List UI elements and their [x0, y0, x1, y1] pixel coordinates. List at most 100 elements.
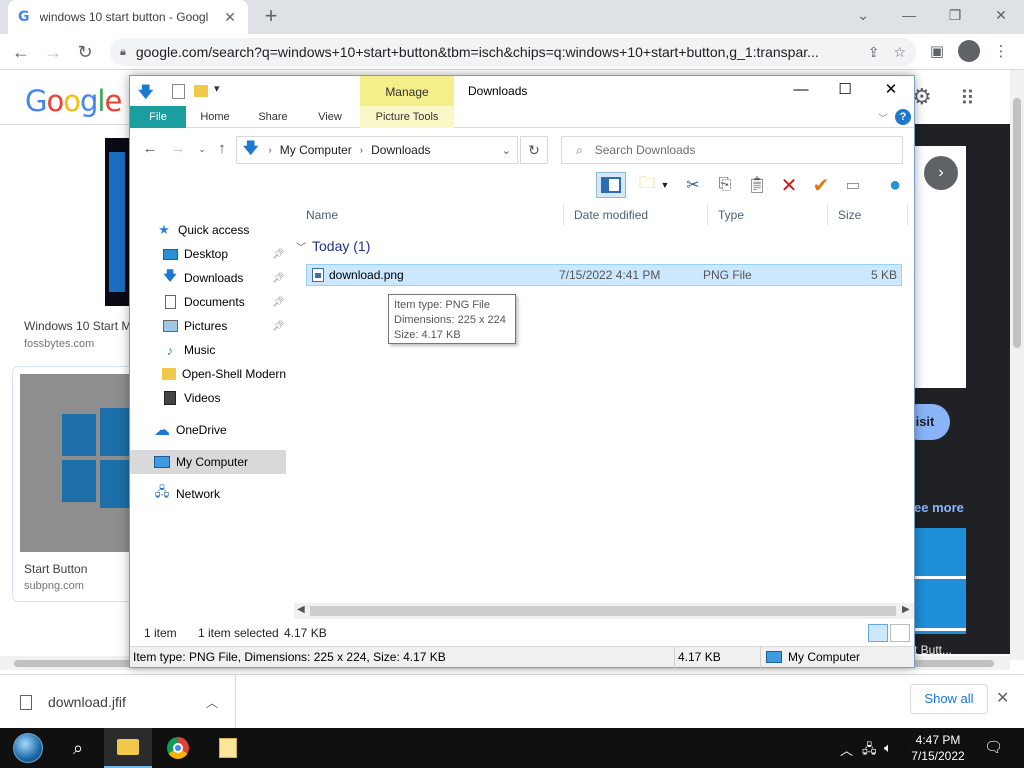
rename-icon[interactable]: ▭	[840, 172, 866, 198]
tab-close-icon[interactable]: ✕	[222, 9, 238, 26]
forward-icon[interactable]: →	[168, 140, 188, 157]
minimize-button[interactable]: —	[886, 0, 932, 30]
nav-my-computer[interactable]: My Computer	[130, 450, 286, 474]
nav-desktop[interactable]: Desktop 📌︎	[130, 242, 286, 266]
lock-icon[interactable]: 🔒︎	[120, 46, 126, 59]
see-more-link[interactable]: ee more	[914, 500, 964, 515]
tab-home[interactable]: Home	[190, 106, 240, 128]
column-header-name[interactable]: Name	[296, 204, 564, 226]
nav-documents[interactable]: Documents 📌︎	[130, 290, 286, 314]
chevron-down-icon[interactable]: ▼	[658, 172, 672, 198]
explorer-close-button[interactable]: ✕	[868, 76, 914, 104]
tab-file[interactable]: File	[130, 106, 186, 128]
result-title[interactable]: Start Button	[24, 562, 87, 576]
menu-icon[interactable]: ⋮	[988, 39, 1014, 65]
file-explorer-taskbar-button[interactable]	[104, 728, 152, 768]
notification-icon[interactable]: 🗨︎	[984, 738, 1003, 756]
explorer-minimize-button[interactable]: —	[778, 76, 824, 104]
back-icon[interactable]: ←	[8, 39, 34, 65]
forward-icon[interactable]: →	[40, 39, 66, 65]
checkmark-icon[interactable]: ✔	[808, 172, 834, 198]
search-box[interactable]: ⌕	[561, 136, 903, 164]
next-arrow-icon[interactable]: ›	[924, 156, 958, 190]
star-icon[interactable]: ☆	[893, 44, 906, 61]
breadcrumb-root[interactable]: My Computer	[280, 143, 352, 157]
tab-search-chevron-icon[interactable]: ⌄	[840, 0, 886, 30]
search-input[interactable]	[594, 143, 885, 157]
clock[interactable]: 4:47 PM 7/15/2022	[902, 732, 974, 764]
tab-share[interactable]: Share	[248, 106, 298, 128]
close-icon[interactable]: ✕	[996, 688, 1009, 708]
paste-icon[interactable]: 📋︎	[744, 172, 770, 198]
layout-button[interactable]	[596, 172, 626, 198]
breadcrumb-current[interactable]: Downloads	[371, 143, 430, 157]
organize-icon[interactable]: 🗀	[634, 172, 660, 198]
details-view-icon[interactable]	[868, 624, 888, 642]
large-icons-view-icon[interactable]	[890, 624, 910, 642]
chevron-up-icon[interactable]: ︿	[189, 694, 235, 711]
chrome-taskbar-button[interactable]	[154, 728, 202, 768]
scroll-right-icon[interactable]: ▶	[902, 604, 910, 615]
network-icon[interactable]: 🖧︎	[862, 740, 877, 762]
apps-grid-icon[interactable]: ⠿	[960, 86, 975, 111]
address-bar[interactable]: 🔒︎ google.com/search?q=windows+10+start+…	[110, 38, 916, 66]
customize-toolbar-icon[interactable]: ▾	[214, 82, 220, 95]
column-header-size[interactable]: Size	[828, 204, 908, 226]
share-icon[interactable]: ⇪	[868, 44, 880, 61]
file-list-horizontal-scrollbar[interactable]: ◀ ▶	[294, 603, 914, 619]
nav-quick-access[interactable]: ★ Quick access	[130, 218, 286, 242]
chevron-up-icon[interactable]: ︿	[840, 740, 853, 759]
copy-icon[interactable]: ⎘	[712, 172, 738, 198]
start-button[interactable]	[4, 728, 52, 768]
volume-icon[interactable]: 🔈︎	[884, 740, 892, 756]
restore-button[interactable]: ❐	[932, 0, 978, 30]
nav-downloads[interactable]: 🡇 Downloads 📌︎	[130, 266, 286, 290]
download-arrow-icon[interactable]: 🡇	[138, 82, 153, 107]
expand-ribbon-chevron-icon[interactable]: ﹀	[878, 110, 888, 125]
nav-pictures[interactable]: Pictures 📌︎	[130, 314, 286, 338]
up-icon[interactable]: ↑	[212, 140, 232, 157]
download-item[interactable]: download.jfif ︿	[0, 675, 236, 729]
nav-open-shell[interactable]: Open-Shell Modern	[130, 362, 286, 386]
refresh-button[interactable]: ↻	[520, 136, 548, 164]
nav-onedrive[interactable]: ☁ OneDrive	[130, 418, 286, 442]
group-header[interactable]: ﹀ Today (1)	[296, 238, 370, 254]
new-tab-button[interactable]: +	[258, 4, 284, 30]
tab-picture-tools[interactable]: Picture Tools	[360, 106, 454, 128]
show-all-button[interactable]: Show all	[910, 684, 988, 714]
column-header-type[interactable]: Type	[708, 204, 828, 226]
result-thumbnail[interactable]	[105, 138, 129, 306]
result-title[interactable]: Windows 10 Start M	[24, 319, 131, 333]
page-vertical-scrollbar[interactable]	[1010, 70, 1024, 660]
back-icon[interactable]: ←	[140, 140, 160, 157]
reload-icon[interactable]: ↻	[72, 39, 98, 65]
chevron-down-icon[interactable]: ⌄	[502, 144, 511, 157]
globe-icon[interactable]: ●	[882, 172, 908, 198]
nav-network[interactable]: 🖧︎ Network	[130, 482, 286, 506]
scroll-left-icon[interactable]: ◀	[297, 604, 305, 615]
close-browser-button[interactable]: ✕	[978, 0, 1024, 30]
search-button[interactable]: ⌕	[54, 728, 102, 768]
nav-music[interactable]: ♪ Music	[130, 338, 286, 362]
windows-logo-thumbnail[interactable]	[20, 374, 130, 552]
cut-icon[interactable]: ✂	[680, 172, 706, 198]
sidebar-icon[interactable]: ▣	[924, 39, 950, 65]
table-row[interactable]: download.png 7/15/2022 4:41 PM PNG File …	[306, 264, 902, 286]
delete-icon[interactable]: ✕	[776, 172, 802, 198]
tab-view[interactable]: View	[306, 106, 354, 128]
chevron-right-icon[interactable]: ›	[360, 145, 363, 156]
address-box[interactable]: 🡇 › My Computer › Downloads ⌄	[236, 136, 518, 164]
help-icon[interactable]: ?	[895, 109, 911, 125]
browser-tab[interactable]: G windows 10 start button - Googl ✕	[8, 0, 248, 34]
explorer-maximize-button[interactable]: ☐	[822, 76, 868, 104]
new-folder-icon[interactable]	[194, 85, 208, 97]
manage-context-tab[interactable]: Manage	[360, 76, 454, 106]
chevron-right-icon[interactable]: ›	[268, 145, 271, 156]
profile-icon[interactable]	[958, 40, 980, 62]
nav-videos[interactable]: Videos	[130, 386, 286, 410]
notes-taskbar-button[interactable]	[204, 728, 252, 768]
google-logo[interactable]: Google	[25, 84, 122, 118]
properties-icon[interactable]	[172, 84, 185, 99]
chevron-down-icon[interactable]: ﹀	[296, 239, 306, 254]
scroll-thumb[interactable]	[310, 606, 896, 616]
